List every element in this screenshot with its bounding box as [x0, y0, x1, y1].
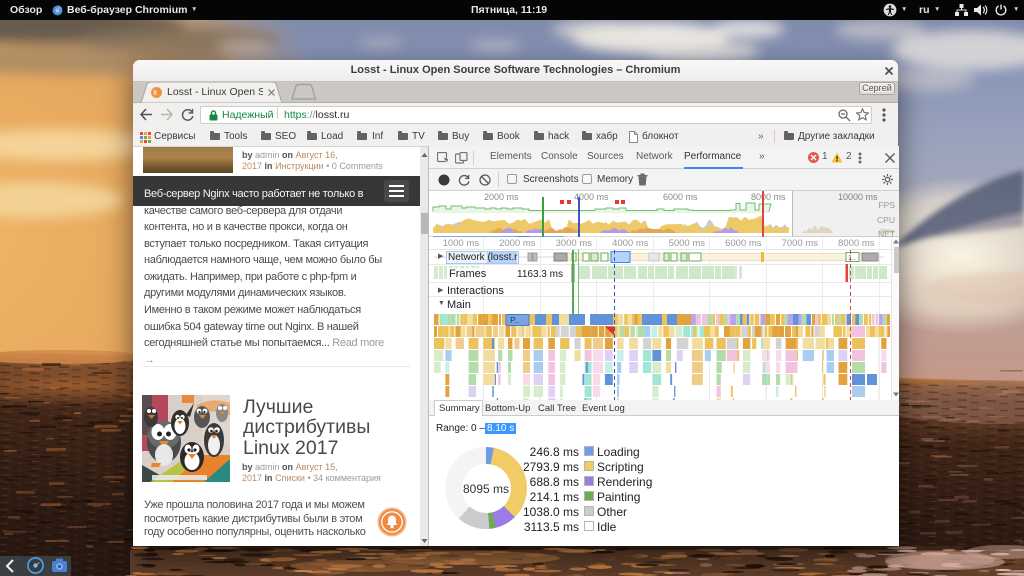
svg-text:P..: P..	[510, 315, 519, 325]
svg-text:lt: lt	[153, 90, 157, 97]
svg-text:1163.3 ms: 1163.3 ms	[517, 269, 563, 280]
